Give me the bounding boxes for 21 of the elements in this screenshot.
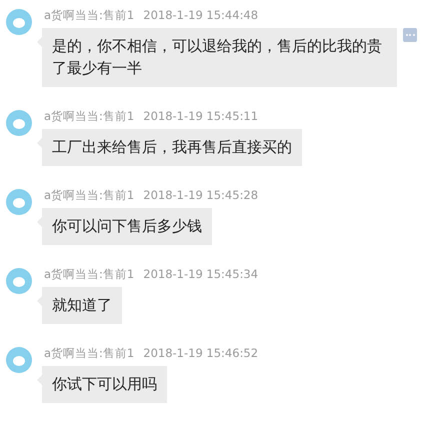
message-time: 2018-1-19 15:45:11	[143, 109, 258, 123]
avatar-icon	[6, 110, 32, 136]
message-time: 2018-1-19 15:46:52	[143, 346, 258, 360]
sender-name: a货啊当当:售前1	[44, 188, 134, 202]
message-time: 2018-1-19 15:45:28	[143, 188, 258, 202]
message-bubble: 是的，你不相信，可以退给我的，售后的比我的贵了最少有一半	[37, 28, 397, 87]
avatar-icon	[6, 347, 32, 373]
sender-name: a货啊当当:售前1	[44, 8, 134, 22]
sender-name: a货啊当当:售前1	[44, 267, 134, 281]
sender-name: a货啊当当:售前1	[44, 346, 134, 360]
message-time: 2018-1-19 15:45:34	[143, 267, 258, 281]
message-bubble: 你可以问下售后多少钱	[37, 208, 212, 245]
sender-name: a货啊当当:售前1	[44, 109, 134, 123]
avatar-icon	[6, 9, 32, 35]
message-time: 2018-1-19 15:44:48	[143, 8, 258, 22]
message-bubble: 你试下可以用吗	[37, 366, 167, 403]
message-bubble: 工厂出来给售后，我再售后直接买的	[37, 129, 302, 166]
avatar-icon	[6, 189, 32, 215]
more-button[interactable]	[403, 28, 417, 42]
avatar-icon	[6, 268, 32, 294]
message-bubble: 就知道了	[37, 287, 122, 324]
